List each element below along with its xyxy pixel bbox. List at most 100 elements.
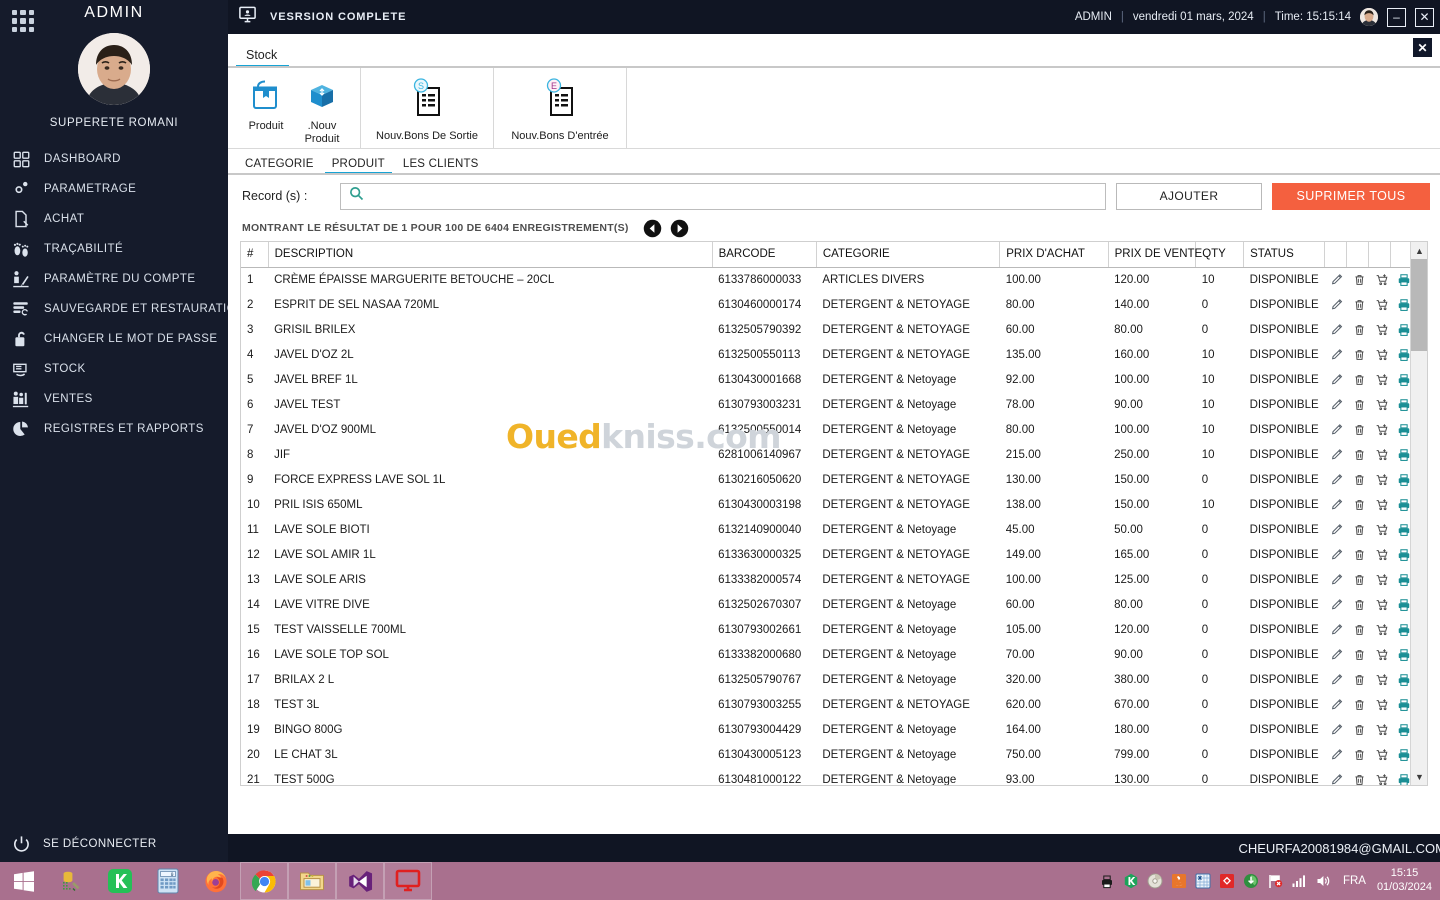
taskbar-item-remote-desktop[interactable] bbox=[384, 862, 432, 900]
sidebar-item-changer-mot-de-passe[interactable]: CHANGER LE MOT DE PASSE bbox=[0, 324, 228, 354]
edit-pencil-icon[interactable] bbox=[1325, 542, 1347, 567]
sidebar-item-achat[interactable]: ACHAT bbox=[0, 204, 228, 234]
taskbar-item-kaspersky[interactable] bbox=[96, 862, 144, 900]
taskbar-item-sql-tools[interactable] bbox=[48, 862, 96, 900]
tray-disc[interactable] bbox=[1147, 873, 1164, 890]
add-to-cart-icon[interactable] bbox=[1369, 717, 1391, 742]
column-header-barcode[interactable]: BARCODE bbox=[712, 242, 817, 268]
delete-trash-icon[interactable] bbox=[1347, 742, 1369, 767]
sidebar-item-registres-rapports[interactable]: REGISTRES ET RAPPORTS bbox=[0, 414, 228, 444]
table-row[interactable]: 17 BRILAX 2 L 6132505790767 DETERGENT & Net… bbox=[241, 667, 1413, 692]
table-row[interactable]: 5 JAVEL BREF 1L 6130430001668 DETERGENT & N… bbox=[241, 367, 1413, 392]
delete-trash-icon[interactable] bbox=[1347, 567, 1369, 592]
sidebar-item-parametrage[interactable]: PARAMETRAGE bbox=[0, 174, 228, 204]
edit-pencil-icon[interactable] bbox=[1325, 317, 1347, 342]
table-row[interactable]: 7 JAVEL D'OZ 900ML 6132500550014 DETERGENT … bbox=[241, 417, 1413, 442]
tray-language[interactable]: FRA bbox=[1343, 875, 1366, 887]
column-header-categorie[interactable]: CATEGORIE bbox=[816, 242, 1001, 268]
add-to-cart-icon[interactable] bbox=[1369, 467, 1391, 492]
table-row[interactable]: 1 CRÈME ÉPAISSE MARGUERITE BETOUCHE – 20C… bbox=[241, 267, 1413, 292]
ribbon-button-produit[interactable]: Produit bbox=[238, 72, 294, 144]
delete-trash-icon[interactable] bbox=[1347, 342, 1369, 367]
table-row[interactable]: 19 BINGO 800G 6130793004429 DETERGENT & Net… bbox=[241, 717, 1413, 742]
sidebar-item-ventes[interactable]: VENTES bbox=[0, 384, 228, 414]
add-to-cart-icon[interactable] bbox=[1369, 492, 1391, 517]
scroll-up-icon[interactable]: ▲ bbox=[1411, 242, 1427, 259]
tray-idm[interactable] bbox=[1243, 873, 1260, 890]
add-to-cart-icon[interactable] bbox=[1369, 692, 1391, 717]
edit-pencil-icon[interactable] bbox=[1325, 342, 1347, 367]
edit-pencil-icon[interactable] bbox=[1325, 517, 1347, 542]
tray-red-app[interactable] bbox=[1219, 873, 1236, 890]
arrow-left-circle-icon[interactable] bbox=[643, 219, 662, 238]
edit-pencil-icon[interactable] bbox=[1325, 567, 1347, 592]
table-row[interactable]: 12 LAVE SOL AMIR 1L 6133630000325 DETERGENT… bbox=[241, 542, 1413, 567]
tray-kaspersky[interactable] bbox=[1123, 873, 1140, 890]
table-row[interactable]: 9 FORCE EXPRESS LAVE SOL 1L 6130216050620 D… bbox=[241, 467, 1413, 492]
delete-all-button[interactable]: SUPRIMER TOUS bbox=[1272, 182, 1430, 210]
sidebar-item-parametre-compte[interactable]: PARAMÈTRE DU COMPTE bbox=[0, 264, 228, 294]
table-row[interactable]: 15 TEST VAISSELLE 700ML 6130793002661 DETER… bbox=[241, 617, 1413, 642]
add-button[interactable]: AJOUTER bbox=[1116, 182, 1262, 210]
ribbon-button-nouv-produit[interactable]: .Nouv Produit bbox=[294, 72, 350, 145]
ribbon-button-nouv-bons-dentree[interactable]: E Nouv.Bons D'entrée bbox=[504, 72, 616, 144]
add-to-cart-icon[interactable] bbox=[1369, 617, 1391, 642]
edit-pencil-icon[interactable] bbox=[1325, 742, 1347, 767]
delete-trash-icon[interactable] bbox=[1347, 492, 1369, 517]
search-box[interactable] bbox=[340, 182, 1106, 210]
taskbar-item-calculator[interactable]: 0 bbox=[144, 862, 192, 900]
scroll-down-icon[interactable]: ▼ bbox=[1411, 768, 1427, 785]
table-row[interactable]: 14 LAVE VITRE DIVE 6132502670307 DETERGENT … bbox=[241, 592, 1413, 617]
table-row[interactable]: 18 TEST 3L 6130793003255 DETERGENT & NETOYA… bbox=[241, 692, 1413, 717]
add-to-cart-icon[interactable] bbox=[1369, 392, 1391, 417]
table-row[interactable]: 2 ESPRIT DE SEL NASAA 720ML 6130460000174 D… bbox=[241, 292, 1413, 317]
taskbar-item-file-explorer[interactable] bbox=[288, 862, 336, 900]
table-row[interactable]: 3 GRISIL BRILEX 6132505790392 DETERGENT & N… bbox=[241, 317, 1413, 342]
add-to-cart-icon[interactable] bbox=[1369, 642, 1391, 667]
delete-trash-icon[interactable] bbox=[1347, 542, 1369, 567]
add-to-cart-icon[interactable] bbox=[1369, 517, 1391, 542]
table-row[interactable]: 11 LAVE SOLE BIOTI 6132140900040 DETERGENT … bbox=[241, 517, 1413, 542]
taskbar-item-chrome[interactable] bbox=[240, 862, 288, 900]
table-row[interactable]: 4 JAVEL D'OZ 2L 6132500550113 DETERGENT & N… bbox=[241, 342, 1413, 367]
edit-pencil-icon[interactable] bbox=[1325, 642, 1347, 667]
sidebar-item-stock[interactable]: STOCK bbox=[0, 354, 228, 384]
delete-trash-icon[interactable] bbox=[1347, 617, 1369, 642]
delete-trash-icon[interactable] bbox=[1347, 592, 1369, 617]
scrollbar-thumb[interactable] bbox=[1411, 259, 1427, 351]
sidebar-item-dashboard[interactable]: DASHBOARD bbox=[0, 144, 228, 174]
delete-trash-icon[interactable] bbox=[1347, 417, 1369, 442]
add-to-cart-icon[interactable] bbox=[1369, 542, 1391, 567]
table-row[interactable]: 13 LAVE SOLE ARIS 6133382000574 DETERGENT &… bbox=[241, 567, 1413, 592]
add-to-cart-icon[interactable] bbox=[1369, 742, 1391, 767]
column-header-num[interactable]: # bbox=[241, 242, 269, 268]
table-row[interactable]: 21 TEST 500G 6130481000122 DETERGENT & Neto… bbox=[241, 767, 1413, 785]
add-to-cart-icon[interactable] bbox=[1369, 592, 1391, 617]
edit-pencil-icon[interactable] bbox=[1325, 692, 1347, 717]
delete-trash-icon[interactable] bbox=[1347, 292, 1369, 317]
edit-pencil-icon[interactable] bbox=[1325, 267, 1347, 292]
delete-trash-icon[interactable] bbox=[1347, 767, 1369, 785]
close-button[interactable]: ✕ bbox=[1415, 7, 1434, 27]
logout-button[interactable]: SE DÉCONNECTER bbox=[0, 826, 228, 862]
table-row[interactable]: 10 PRIL ISIS 650ML 6130430003198 DETERGENT … bbox=[241, 492, 1413, 517]
edit-pencil-icon[interactable] bbox=[1325, 617, 1347, 642]
column-header-status[interactable]: STATUS bbox=[1243, 242, 1326, 268]
add-to-cart-icon[interactable] bbox=[1369, 342, 1391, 367]
delete-trash-icon[interactable] bbox=[1347, 642, 1369, 667]
add-to-cart-icon[interactable] bbox=[1369, 267, 1391, 292]
delete-trash-icon[interactable] bbox=[1347, 392, 1369, 417]
add-to-cart-icon[interactable] bbox=[1369, 317, 1391, 342]
sidebar-item-sauvegarde[interactable]: SAUVEGARDE ET RESTAURATION bbox=[0, 294, 244, 324]
edit-pencil-icon[interactable] bbox=[1325, 467, 1347, 492]
table-row[interactable]: 8 JIF 6281006140967 DETERGENT & NETOYAGE 215… bbox=[241, 442, 1413, 467]
add-to-cart-icon[interactable] bbox=[1369, 292, 1391, 317]
tray-action-center[interactable] bbox=[1267, 873, 1284, 890]
delete-trash-icon[interactable] bbox=[1347, 517, 1369, 542]
search-input[interactable] bbox=[370, 189, 1097, 203]
add-to-cart-icon[interactable] bbox=[1369, 367, 1391, 392]
delete-trash-icon[interactable] bbox=[1347, 717, 1369, 742]
add-to-cart-icon[interactable] bbox=[1369, 767, 1391, 785]
column-header-prix-achat[interactable]: PRIX D'ACHAT bbox=[999, 242, 1109, 268]
edit-pencil-icon[interactable] bbox=[1325, 592, 1347, 617]
